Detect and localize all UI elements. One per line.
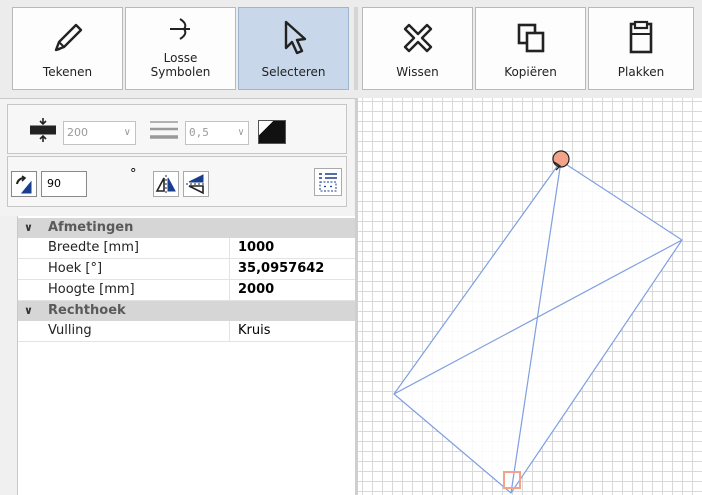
select-button-label: Selecteren xyxy=(261,65,326,79)
property-row-vulling[interactable]: Vulling Kruis xyxy=(18,321,355,342)
property-key: Breedte [mm] xyxy=(48,240,139,255)
rotated-rectangle[interactable] xyxy=(393,160,683,494)
copy-button-label: Kopiëren xyxy=(504,65,557,79)
drawing-svg xyxy=(393,150,683,494)
property-value[interactable]: 2000 xyxy=(229,280,358,300)
line-thickness-combo[interactable]: 0,5 ∨ xyxy=(185,121,249,145)
list-icon xyxy=(317,171,339,197)
chevron-down-icon[interactable]: ∨ xyxy=(24,218,33,238)
toolbar-separator xyxy=(354,7,358,90)
line-thickness-icon xyxy=(148,119,180,145)
grid-gutter xyxy=(0,216,17,495)
line-width-combo[interactable]: 200 ∨ xyxy=(63,121,136,145)
drawing-canvas[interactable] xyxy=(355,98,702,495)
loose-symbols-button[interactable]: Losse Symbolen xyxy=(125,7,236,90)
cursor-icon xyxy=(239,18,348,58)
color-picker-button[interactable] xyxy=(258,120,286,144)
loose-symbols-label: Losse Symbolen xyxy=(150,51,211,79)
category-rechthoek[interactable]: ∨ Rechthoek xyxy=(18,301,355,321)
copy-icon xyxy=(476,18,585,58)
rotate-angle-icon xyxy=(14,174,36,200)
line-thickness-value: 0,5 xyxy=(189,126,209,139)
delete-button-label: Wissen xyxy=(396,65,439,79)
property-key: Hoogte [mm] xyxy=(48,282,135,297)
property-row-hoogte[interactable]: Hoogte [mm] 2000 xyxy=(18,280,355,301)
draw-button-label: Tekenen xyxy=(42,65,93,79)
delete-x-icon xyxy=(363,18,472,58)
mirror-horizontal-icon xyxy=(155,173,177,199)
line-width-icon xyxy=(28,116,58,148)
chevron-down-icon: ∨ xyxy=(237,127,244,138)
rotation-row: 90 ° xyxy=(7,156,347,207)
property-row-breedte[interactable]: Breedte [mm] 1000 xyxy=(18,238,355,259)
line-settings-row: 200 ∨ 0,5 ∨ xyxy=(7,104,347,154)
property-value[interactable]: 1000 xyxy=(229,238,358,258)
property-value[interactable]: Kruis xyxy=(229,321,358,341)
paste-button[interactable]: Plakken xyxy=(588,7,694,90)
line-width-value: 200 xyxy=(67,126,88,139)
degree-symbol: ° xyxy=(130,167,137,182)
category-label: Rechthoek xyxy=(48,303,126,318)
property-key: Hoek [°] xyxy=(48,261,103,276)
mirror-vertical-button[interactable] xyxy=(183,171,209,197)
clipboard-icon xyxy=(589,18,693,58)
property-grid: ∨ Afmetingen Breedte [mm] 1000 Hoek [°] … xyxy=(17,216,355,495)
mirror-horizontal-button[interactable] xyxy=(153,171,179,197)
symbol-icon xyxy=(126,16,235,56)
category-label: Afmetingen xyxy=(48,220,134,235)
paste-button-label: Plakken xyxy=(617,65,665,79)
delete-button[interactable]: Wissen xyxy=(362,7,473,90)
property-key: Vulling xyxy=(48,323,92,338)
chevron-down-icon[interactable]: ∨ xyxy=(24,301,33,321)
toolbar: Tekenen Losse Symbolen Selecteren Wissen xyxy=(0,0,702,99)
property-value[interactable]: 35,0957642 xyxy=(229,259,358,279)
rotate-button[interactable] xyxy=(11,171,37,197)
property-row-hoek[interactable]: Hoek [°] 35,0957642 xyxy=(18,259,355,280)
chevron-down-icon: ∨ xyxy=(123,127,131,138)
rotation-angle-input[interactable]: 90 xyxy=(41,171,87,197)
draw-button[interactable]: Tekenen xyxy=(12,7,123,90)
rotation-angle-value: 90 xyxy=(47,177,61,190)
list-view-button[interactable] xyxy=(314,168,342,196)
select-button[interactable]: Selecteren xyxy=(238,7,349,90)
mirror-vertical-icon xyxy=(185,173,207,199)
copy-button[interactable]: Kopiëren xyxy=(475,7,586,90)
pencil-icon xyxy=(13,18,122,58)
category-afmetingen[interactable]: ∨ Afmetingen xyxy=(18,218,355,238)
